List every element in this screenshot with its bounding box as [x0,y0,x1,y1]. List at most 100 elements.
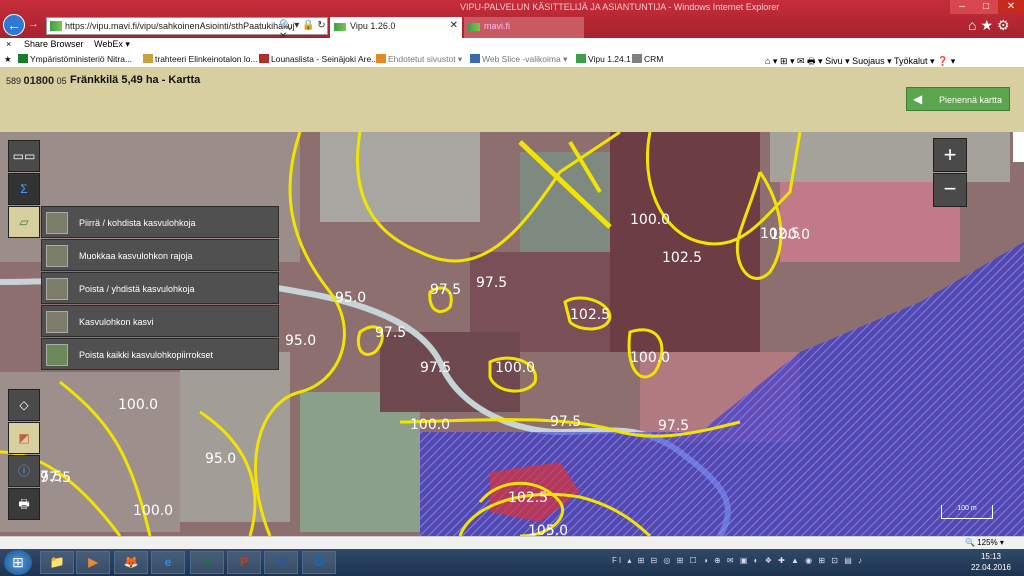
system-tray[interactable]: FI ▴ ⊞ ⊟ ◎ ⊞ ☐ ◑ ⊕ ✉ ▣ ◐ ❖ ✚ ▲ ◉ ⊞ ⊡ ▤ ♪ [612,556,864,565]
home-favorites-settings-icons[interactable]: ⌂★⚙ [968,17,1014,34]
forward-button[interactable]: → [28,18,42,32]
clock[interactable]: 15:13 22.04.2016 [970,551,1012,573]
address-bar[interactable]: https://vipu.mavi.fi/vipu/sahkoinenAsioi… [46,17,328,42]
contour-label: 100.0 [410,417,450,433]
favorite-icon [470,54,480,63]
parcel-id: 589 01800 05 [6,75,67,87]
contour-label: 102.5 [508,490,548,506]
measure-tool-button[interactable]: ▭▭ [8,140,40,172]
favorite-icon [576,54,586,63]
start-button[interactable]: ⊞ [4,550,32,575]
info-icon: ⓘ [17,464,30,478]
page-scrollbar[interactable] [1013,132,1024,162]
mavi-favicon-icon [468,23,480,31]
site-favicon-icon [50,21,62,31]
parcel-icon: Σ [20,182,28,196]
favorite-icon [632,54,642,63]
contour-label: 7.5 [40,469,62,485]
minimize-button[interactable]: – [950,0,974,14]
tab-mavi[interactable]: mavi.fi [464,17,584,38]
draw-tool-button[interactable]: ▱ [8,206,40,238]
delete-all-icon [46,344,68,366]
print-tool-button[interactable]: 🖶 [8,488,40,520]
favorites-bar: ★ Ympäristöministeriö Nitra... trahteeri… [0,52,1024,68]
crop-icon [46,311,68,333]
legend-icon: ◩ [18,431,30,445]
contour-label: 100.0 [495,360,535,376]
info-tool-button[interactable]: ⓘ [8,455,40,487]
window-title: VIPU-PALVELUN KÄSITTELIJÄ JA ASIANTUNTIJ… [460,2,780,12]
zoom-level[interactable]: 🔍 125% ▾ [965,538,1004,547]
menu-edit-borders[interactable]: Muokkaa kasvulohkon rajoja [41,239,279,271]
favorite-link[interactable]: Vipu 1.24.1 [576,54,631,64]
layers-tool-button[interactable]: ◇ [8,389,40,421]
tab-vipu[interactable]: Vipu 1.26.0 ✕ [330,17,462,38]
contour-label: 97.5 [430,282,461,298]
taskbar-app-icon[interactable]: O [302,551,336,574]
maximize-button[interactable]: □ [974,0,998,14]
contour-label: 105.0 [528,523,568,536]
taskbar-app-icon[interactable]: 🦊 [114,551,148,574]
map-canvas[interactable]: 100.0 102.5 100.0 102.5 97.5 97.5 95.0 102.5 97.… [0,132,1024,536]
clock-time: 15:13 [980,552,1002,561]
draw-parcel-icon [46,212,68,234]
tab-close-icon[interactable]: ✕ [450,20,458,31]
favorite-link[interactable]: trahteeri Elinkeinotalon lo... [143,54,258,64]
zoom-in-button[interactable]: + [933,138,967,172]
favorite-link[interactable]: Lounaslista - Seinäjoki Are... [259,54,378,64]
legend-tool-button[interactable]: ◩ [8,422,40,454]
contour-label: 95.0 [205,451,236,467]
menu-delete-merge[interactable]: Poista / yhdistä kasvulohkoja [41,272,279,304]
menu-draw-parcel[interactable]: Piirrä / kohdista kasvulohkoja [41,206,279,238]
taskbar-app-icon[interactable]: 📁 [40,551,74,574]
back-button[interactable]: ← [3,14,25,36]
measure-icon: ▭▭ [12,149,36,163]
contour-label: 97.5 [550,414,581,430]
page-title: Fränkkilä 5,49 ha - Kartta [70,74,201,86]
vipu-favicon-icon [334,23,346,31]
contour-label: 102.5 [570,307,610,323]
edit-borders-icon [46,245,68,267]
favorite-link[interactable]: Ympäristöministeriö Nitra... [18,54,132,64]
browser-titlebar: VIPU-PALVELUN KÄSITTELIJÄ JA ASIANTUNTIJ… [0,0,1024,42]
close-window-button[interactable]: ✕ [998,0,1024,14]
contour-label: 95.0 [335,290,366,306]
tab-label: mavi.fi [484,21,511,31]
windows-taskbar: ⊞ 📁 ▶ 🦊 e X P W O FI ▴ ⊞ ⊟ ◎ ⊞ ☐ ◑ ⊕ ✉ ▣ ◐ ❖ ✚ … [0,549,1024,576]
favorite-icon [259,54,269,63]
taskbar-app-icon[interactable]: e [151,551,185,574]
favorite-icon [143,54,153,63]
favorites-star-icon[interactable]: ★ [4,54,12,65]
menu-parcel-crop[interactable]: Kasvulohkon kasvi [41,305,279,337]
contour-label: 100.0 [118,397,158,413]
zoom-out-button[interactable]: − [933,173,967,207]
taskbar-app-icon[interactable]: ▶ [76,551,110,574]
share-browser-menu[interactable]: Share Browser [24,39,84,49]
taskbar-app-icon[interactable]: X [190,551,224,574]
app-header: 589 01800 05 Fränkkilä 5,49 ha - Kartta … [0,68,1024,132]
taskbar-app-icon[interactable]: P [227,551,261,574]
contour-label: 97.5 [476,275,507,291]
parcel-number: 01800 [23,75,55,87]
scale-bar: 100 m [941,505,993,519]
delete-merge-icon [46,278,68,300]
menubar: × Share Browser WebEx ▾ [0,38,1024,52]
favorite-link[interactable]: CRM [632,54,663,64]
webex-menu[interactable]: WebEx ▾ [94,39,130,50]
arrow-left-icon: ◀ [913,92,923,106]
contour-label: 95.0 [285,333,316,349]
shrink-map-button[interactable]: ◀ Pienennä kartta [906,87,1010,111]
address-url: https://vipu.mavi.fi/vipu/sahkoinenAsioi… [65,21,295,31]
favorite-icon [376,54,386,63]
parcel-tool-button[interactable]: Σ [8,173,40,205]
menu-delete-all[interactable]: Poista kaikki kasvulohkopiirrokset [41,338,279,370]
contour-label: 100.0 [630,350,670,366]
taskbar-app-icon[interactable]: W [264,551,298,574]
arrow-left-icon: ← [7,17,21,33]
contour-label: 100.0 [630,212,670,228]
menubar-close-icon[interactable]: × [6,39,11,49]
favorite-link[interactable]: Web Slice -valikoima ▾ [470,54,567,65]
browser-statusbar: 🔍 125% ▾ [0,536,1024,549]
contour-label: 100.0 [133,503,173,519]
favorite-link[interactable]: Ehdotetut sivustot ▾ [376,54,462,65]
